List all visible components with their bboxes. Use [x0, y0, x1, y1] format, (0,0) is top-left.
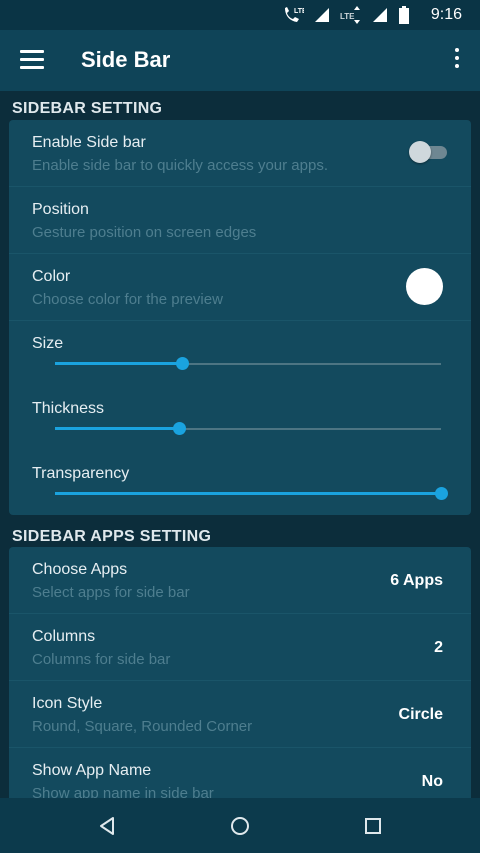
transparency-row: Transparency: [9, 451, 471, 515]
position-subtitle: Gesture position on screen edges: [32, 224, 257, 241]
signal-icon: [372, 7, 388, 23]
sidebar-setting-card: Enable Side bar Enable side bar to quick…: [9, 120, 471, 515]
size-slider[interactable]: [55, 354, 441, 374]
color-subtitle: Choose color for the preview: [32, 291, 223, 308]
icon-style-title: Icon Style: [32, 695, 103, 712]
size-row: Size: [9, 321, 471, 386]
choose-apps-title: Choose Apps: [32, 561, 128, 578]
enable-sidebar-toggle[interactable]: [409, 140, 447, 164]
page-title: Side Bar: [81, 47, 171, 72]
slider-fill: [55, 362, 182, 365]
icon-style-row[interactable]: Icon Style Round, Square, Rounded Corner…: [9, 681, 471, 748]
svg-text:LTE: LTE: [340, 12, 355, 21]
columns-value: 2: [434, 639, 443, 656]
settings-content[interactable]: SIDEBAR SETTING Enable Side bar Enable s…: [0, 91, 480, 798]
status-time: 9:16: [430, 6, 462, 23]
enable-sidebar-row[interactable]: Enable Side bar Enable side bar to quick…: [9, 120, 471, 187]
lte-icon: LTE: [340, 6, 362, 24]
position-row[interactable]: Position Gesture position on screen edge…: [9, 187, 471, 254]
transparency-title: Transparency: [32, 465, 130, 482]
phone-lte-icon: LTE: [282, 6, 304, 24]
slider-knob[interactable]: [435, 487, 448, 500]
show-app-name-value: No: [421, 773, 443, 790]
choose-apps-row[interactable]: Choose Apps Select apps for side bar 6 A…: [9, 547, 471, 614]
slider-knob[interactable]: [176, 357, 189, 370]
battery-icon: [398, 6, 410, 24]
show-app-name-title: Show App Name: [32, 762, 152, 779]
navigation-bar: [0, 798, 480, 853]
enable-sidebar-title: Enable Side bar: [32, 134, 146, 151]
back-icon[interactable]: [95, 814, 119, 838]
columns-row[interactable]: Columns Columns for side bar 2: [9, 614, 471, 681]
slider-fill: [55, 427, 179, 430]
status-bar: LTE LTE 9:16: [0, 0, 480, 30]
enable-sidebar-subtitle: Enable side bar to quickly access your a…: [32, 157, 328, 174]
thickness-row: Thickness: [9, 386, 471, 451]
menu-icon[interactable]: [20, 50, 44, 70]
recents-icon[interactable]: [361, 814, 385, 838]
slider-fill: [55, 492, 441, 495]
choose-apps-subtitle: Select apps for side bar: [32, 584, 190, 601]
color-title: Color: [32, 268, 71, 285]
app-bar: Side Bar: [0, 30, 480, 91]
columns-subtitle: Columns for side bar: [32, 651, 171, 668]
home-icon[interactable]: [228, 814, 252, 838]
position-title: Position: [32, 201, 89, 218]
size-title: Size: [32, 335, 64, 352]
signal-icon: [314, 7, 330, 23]
icon-style-value: Circle: [398, 706, 443, 723]
more-vert-icon[interactable]: [452, 48, 462, 72]
thickness-title: Thickness: [32, 400, 105, 417]
status-icons: LTE LTE: [282, 5, 410, 25]
show-app-name-subtitle: Show app name in side bar: [32, 785, 214, 798]
color-row[interactable]: Color Choose color for the preview: [9, 254, 471, 321]
toggle-thumb: [409, 141, 431, 163]
section-header-sidebar-setting: SIDEBAR SETTING: [12, 100, 163, 117]
slider-knob[interactable]: [173, 422, 186, 435]
color-swatch[interactable]: [406, 268, 443, 305]
choose-apps-value: 6 Apps: [390, 572, 443, 589]
icon-style-subtitle: Round, Square, Rounded Corner: [32, 718, 253, 735]
section-header-sidebar-apps-setting: SIDEBAR APPS SETTING: [12, 528, 212, 545]
thickness-slider[interactable]: [55, 419, 441, 439]
sidebar-apps-setting-card: Choose Apps Select apps for side bar 6 A…: [9, 547, 471, 798]
columns-title: Columns: [32, 628, 96, 645]
svg-text:LTE: LTE: [294, 8, 304, 15]
show-app-name-row[interactable]: Show App Name Show app name in side bar …: [9, 748, 471, 798]
transparency-slider[interactable]: [55, 484, 448, 504]
